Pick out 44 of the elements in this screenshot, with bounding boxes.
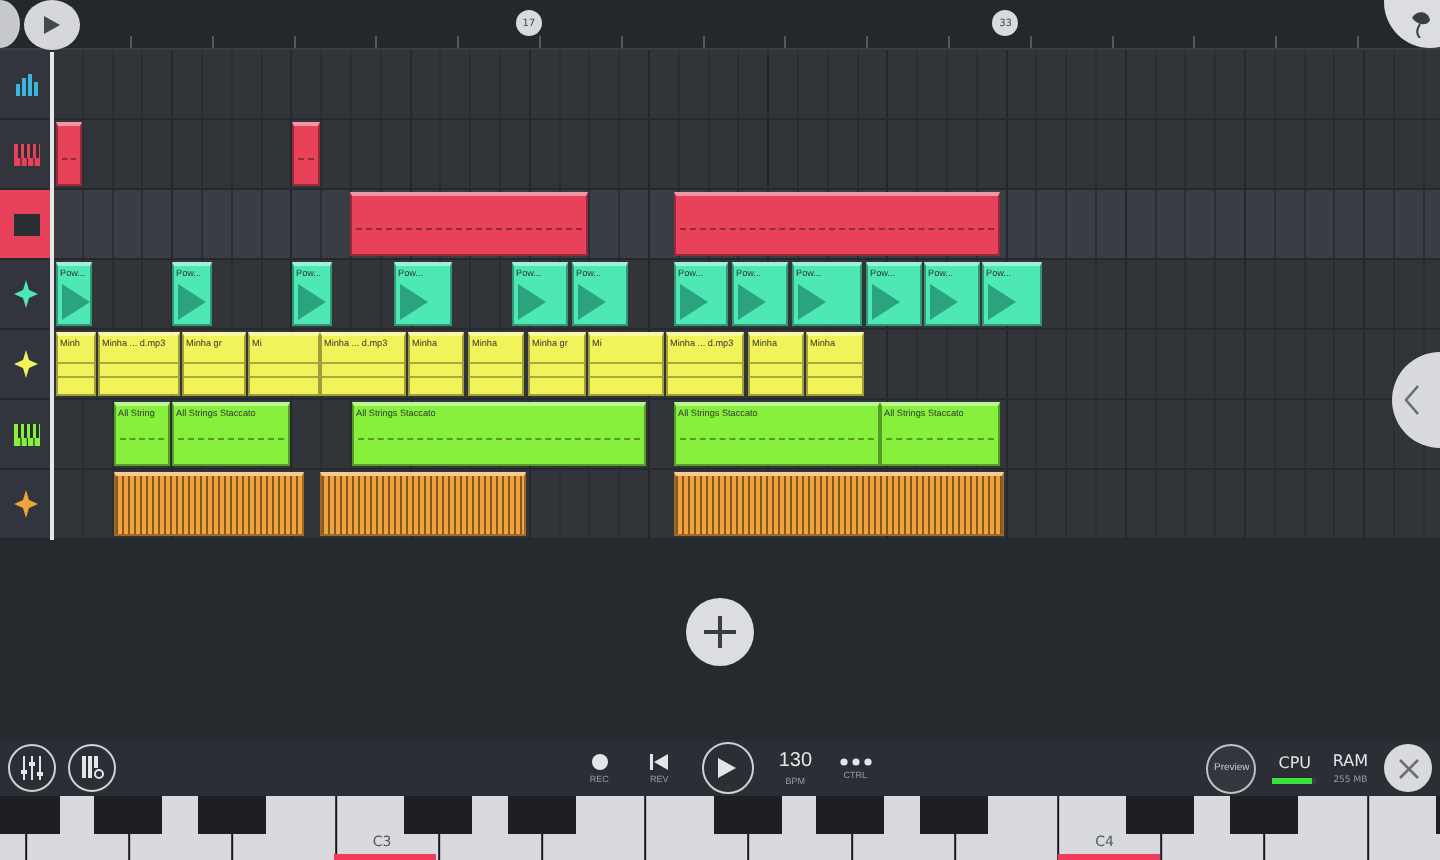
skip-back-icon [650, 753, 669, 769]
bar-chart-icon [14, 72, 38, 96]
clip[interactable] [56, 122, 82, 186]
key-marker [1057, 854, 1160, 860]
play-button[interactable] [701, 742, 754, 794]
clip[interactable] [292, 122, 320, 186]
add-track-button[interactable] [686, 598, 754, 666]
waveform-line [530, 362, 584, 378]
ram-label: RAM [1332, 751, 1368, 771]
clip[interactable] [674, 192, 1000, 256]
mixer-button[interactable] [8, 744, 56, 792]
play-icon [718, 758, 737, 778]
record-icon [591, 753, 608, 769]
sliders-icon [20, 756, 44, 780]
note-line [886, 437, 994, 440]
waveform-line [470, 362, 522, 378]
cpu-label: CPU [1278, 753, 1312, 773]
waveform-line [100, 362, 178, 378]
note-line [62, 157, 76, 160]
waveform-line [58, 362, 94, 378]
waveform-line [184, 362, 244, 378]
waveform-line [750, 362, 802, 378]
clip[interactable] [350, 192, 588, 256]
note-line [120, 437, 164, 440]
waveform-line [322, 362, 404, 378]
channels-button[interactable] [68, 744, 116, 792]
channels-icon [80, 756, 104, 780]
waveform-line [410, 362, 462, 378]
waveform-line [250, 362, 318, 378]
note-line [178, 437, 284, 440]
more-icon [839, 757, 872, 765]
play-icon [44, 16, 60, 34]
plus-icon [702, 614, 738, 650]
waveform-line [590, 362, 662, 378]
note-line [298, 157, 314, 160]
play-button[interactable] [24, 0, 80, 50]
close-icon [1397, 757, 1419, 779]
waveform-line [808, 362, 862, 378]
chevron-left-icon [1404, 384, 1420, 416]
waveform-line [668, 362, 742, 378]
close-button[interactable] [1384, 744, 1432, 792]
cpu-meter [1272, 777, 1317, 783]
tempo-value: 130 [778, 751, 813, 771]
key-marker [334, 854, 437, 860]
